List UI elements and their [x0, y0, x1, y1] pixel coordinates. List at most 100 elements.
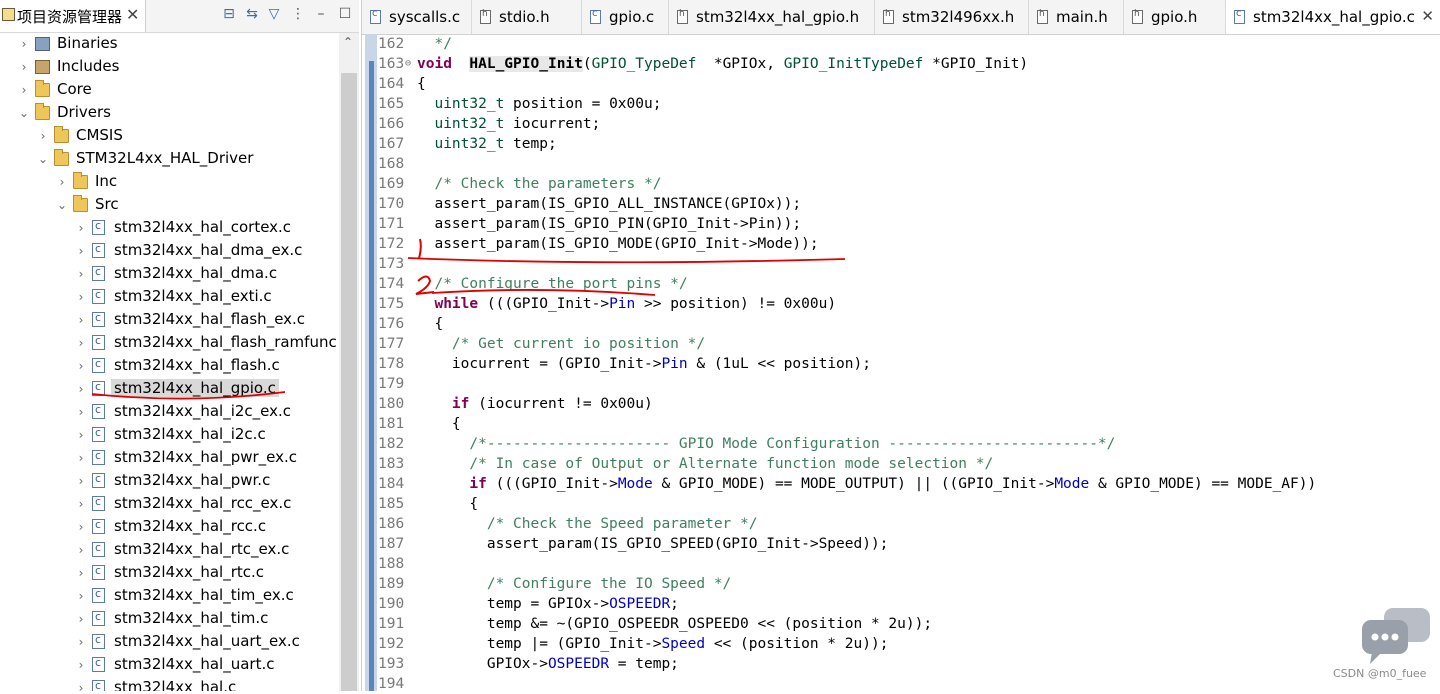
tree-item-file[interactable]: › stm32l4xx_hal.c	[0, 677, 338, 691]
collapse-all-icon[interactable]: ⊟	[220, 4, 238, 24]
expand-chevron-icon[interactable]: ›	[75, 634, 87, 650]
code-line: 164 {	[362, 74, 1440, 94]
expand-chevron-icon[interactable]: ›	[18, 36, 30, 52]
filter-icon[interactable]: ▽	[265, 4, 283, 24]
expand-chevron-icon[interactable]: ›	[75, 404, 87, 420]
c-file-icon	[92, 219, 105, 235]
expand-chevron-icon[interactable]: ›	[75, 496, 87, 512]
code-token: = temp;	[609, 656, 679, 672]
tree-item-file[interactable]: › stm32l4xx_hal_dma.c	[0, 263, 338, 286]
code-token: GPIO_InitTypeDef	[783, 56, 924, 72]
expand-chevron-icon[interactable]: ›	[75, 565, 87, 581]
minimize-icon[interactable]: –	[312, 4, 330, 24]
expand-chevron-icon[interactable]: ›	[75, 381, 87, 397]
tree-item-file[interactable]: › stm32l4xx_hal_flash_ex.c	[0, 309, 338, 332]
expand-chevron-icon[interactable]: ›	[37, 128, 49, 144]
tree-item-file[interactable]: › stm32l4xx_hal_flash_ramfunc.c	[0, 332, 338, 355]
chat-bubble-icon[interactable]	[1360, 606, 1434, 666]
expand-chevron-icon[interactable]: ›	[75, 243, 87, 259]
tree-item-file[interactable]: › stm32l4xx_hal_gpio.c	[0, 378, 338, 401]
tree-item-file[interactable]: › stm32l4xx_hal_rtc.c	[0, 562, 338, 585]
expand-chevron-icon[interactable]: ›	[18, 82, 30, 98]
collapse-chevron-icon[interactable]: ⌄	[56, 197, 68, 213]
editor-tab[interactable]: syscalls.c	[362, 0, 472, 34]
tree-item-file[interactable]: › stm32l4xx_hal_pwr_ex.c	[0, 447, 338, 470]
tree-item-file[interactable]: › stm32l4xx_hal_dma_ex.c	[0, 240, 338, 263]
close-icon[interactable]: ✕	[126, 5, 139, 24]
expand-chevron-icon[interactable]: ›	[18, 59, 30, 75]
expand-chevron-icon[interactable]: ›	[75, 450, 87, 466]
expand-chevron-icon[interactable]: ›	[75, 220, 87, 236]
expand-chevron-icon[interactable]: ›	[75, 266, 87, 282]
tree-item-file[interactable]: › stm32l4xx_hal_rcc_ex.c	[0, 493, 338, 516]
collapse-chevron-icon[interactable]: ⌄	[18, 105, 30, 121]
code-area[interactable]: 162 */ 163 ⊖ void HAL_GPIO_Init(GPIO_TypeDe…	[362, 34, 1440, 692]
tree-item-file[interactable]: › stm32l4xx_hal_i2c_ex.c	[0, 401, 338, 424]
expand-chevron-icon[interactable]: ›	[75, 473, 87, 489]
tree-item-folder[interactable]: › Inc	[0, 171, 338, 194]
tree-item-folder[interactable]: › Core	[0, 79, 338, 102]
tree-item-file[interactable]: › stm32l4xx_hal_rtc_ex.c	[0, 539, 338, 562]
tree-item-folder[interactable]: ⌄ Drivers	[0, 102, 338, 125]
line-number: 179	[378, 376, 405, 392]
tree-item-file[interactable]: › stm32l4xx_hal_tim.c	[0, 608, 338, 631]
expand-chevron-icon[interactable]: ›	[75, 335, 87, 351]
tree-item-folder[interactable]: › Includes	[0, 56, 338, 79]
tree-item-file[interactable]: › stm32l4xx_hal_tim_ex.c	[0, 585, 338, 608]
expand-chevron-icon[interactable]: ›	[75, 358, 87, 374]
expand-chevron-icon[interactable]: ›	[75, 588, 87, 604]
tree-item-folder[interactable]: ⌄ Src	[0, 194, 338, 217]
maximize-icon[interactable]: ☐	[336, 4, 354, 24]
scrollbar-thumb[interactable]	[341, 73, 357, 691]
editor-tab[interactable]: stm32l4xx_hal_gpio.h	[669, 0, 875, 34]
expand-chevron-icon[interactable]: ›	[75, 611, 87, 627]
editor-tab[interactable]: stm32l496xx.h	[875, 0, 1029, 34]
expand-chevron-icon[interactable]: ›	[75, 680, 87, 691]
expand-chevron-icon[interactable]: ›	[75, 427, 87, 443]
tree-item-file[interactable]: › stm32l4xx_hal_uart_ex.c	[0, 631, 338, 654]
code-token: position = 0x00u;	[504, 96, 662, 112]
editor-tab[interactable]: stm32l4xx_hal_gpio.c ✕	[1226, 0, 1440, 34]
collapse-chevron-icon[interactable]: ⌄	[37, 151, 49, 167]
editor-tab[interactable]: stdio.h	[472, 0, 582, 34]
tree-item-file[interactable]: › stm32l4xx_hal_cortex.c	[0, 217, 338, 240]
c-file-icon	[92, 242, 105, 258]
tree-item-file[interactable]: › stm32l4xx_hal_rcc.c	[0, 516, 338, 539]
tree-item-file[interactable]: › stm32l4xx_hal_i2c.c	[0, 424, 338, 447]
expand-chevron-icon[interactable]: ›	[75, 519, 87, 535]
editor-tab[interactable]: gpio.h	[1124, 0, 1226, 34]
tree-item-label: Src	[95, 195, 119, 213]
code-token: (((GPIO_Init->	[486, 476, 618, 492]
link-with-editor-icon[interactable]: ⇆	[243, 4, 261, 24]
tree-item-folder[interactable]: ⌄ STM32L4xx_HAL_Driver	[0, 148, 338, 171]
line-number: 165	[378, 96, 405, 112]
line-number: 183	[378, 456, 405, 472]
folder-icon	[73, 172, 88, 189]
fold-toggle-icon[interactable]: ⊖	[405, 54, 411, 74]
expand-chevron-icon[interactable]: ›	[75, 542, 87, 558]
expand-chevron-icon[interactable]: ›	[56, 174, 68, 190]
code-text: uint32_t temp;	[417, 134, 556, 154]
expand-chevron-icon[interactable]: ›	[75, 657, 87, 673]
editor-tab[interactable]: gpio.c	[582, 0, 669, 34]
code-text: /* Configure the port pins */	[417, 274, 687, 294]
tree-item-file[interactable]: › stm32l4xx_hal_flash.c	[0, 355, 338, 378]
editor-tab[interactable]: main.h	[1029, 0, 1124, 34]
tree-item-file[interactable]: › stm32l4xx_hal_exti.c	[0, 286, 338, 309]
tree-item-folder[interactable]: › Binaries	[0, 33, 338, 56]
close-icon[interactable]: ✕	[1421, 7, 1434, 25]
view-menu-icon[interactable]: ⋮	[289, 4, 307, 24]
scroll-up-icon[interactable]: ⌃	[343, 35, 353, 49]
expand-chevron-icon[interactable]: ›	[75, 312, 87, 328]
project-tree: › Binaries › Includes › Core ⌄ Drivers › CMSIS ⌄ ST…	[0, 33, 338, 691]
code-token: {	[417, 496, 479, 512]
line-number: 164	[378, 76, 405, 92]
tree-item-label: stm32l4xx_hal_dma.c	[114, 264, 278, 282]
expand-chevron-icon[interactable]: ›	[75, 289, 87, 305]
tree-item-file[interactable]: › stm32l4xx_hal_pwr.c	[0, 470, 338, 493]
tree-scrollbar[interactable]: ⌃	[339, 33, 359, 691]
tree-item-folder[interactable]: › CMSIS	[0, 125, 338, 148]
tree-item-file[interactable]: › stm32l4xx_hal_uart.c	[0, 654, 338, 677]
explorer-tab[interactable]: 项目资源管理器 ✕	[0, 0, 146, 32]
